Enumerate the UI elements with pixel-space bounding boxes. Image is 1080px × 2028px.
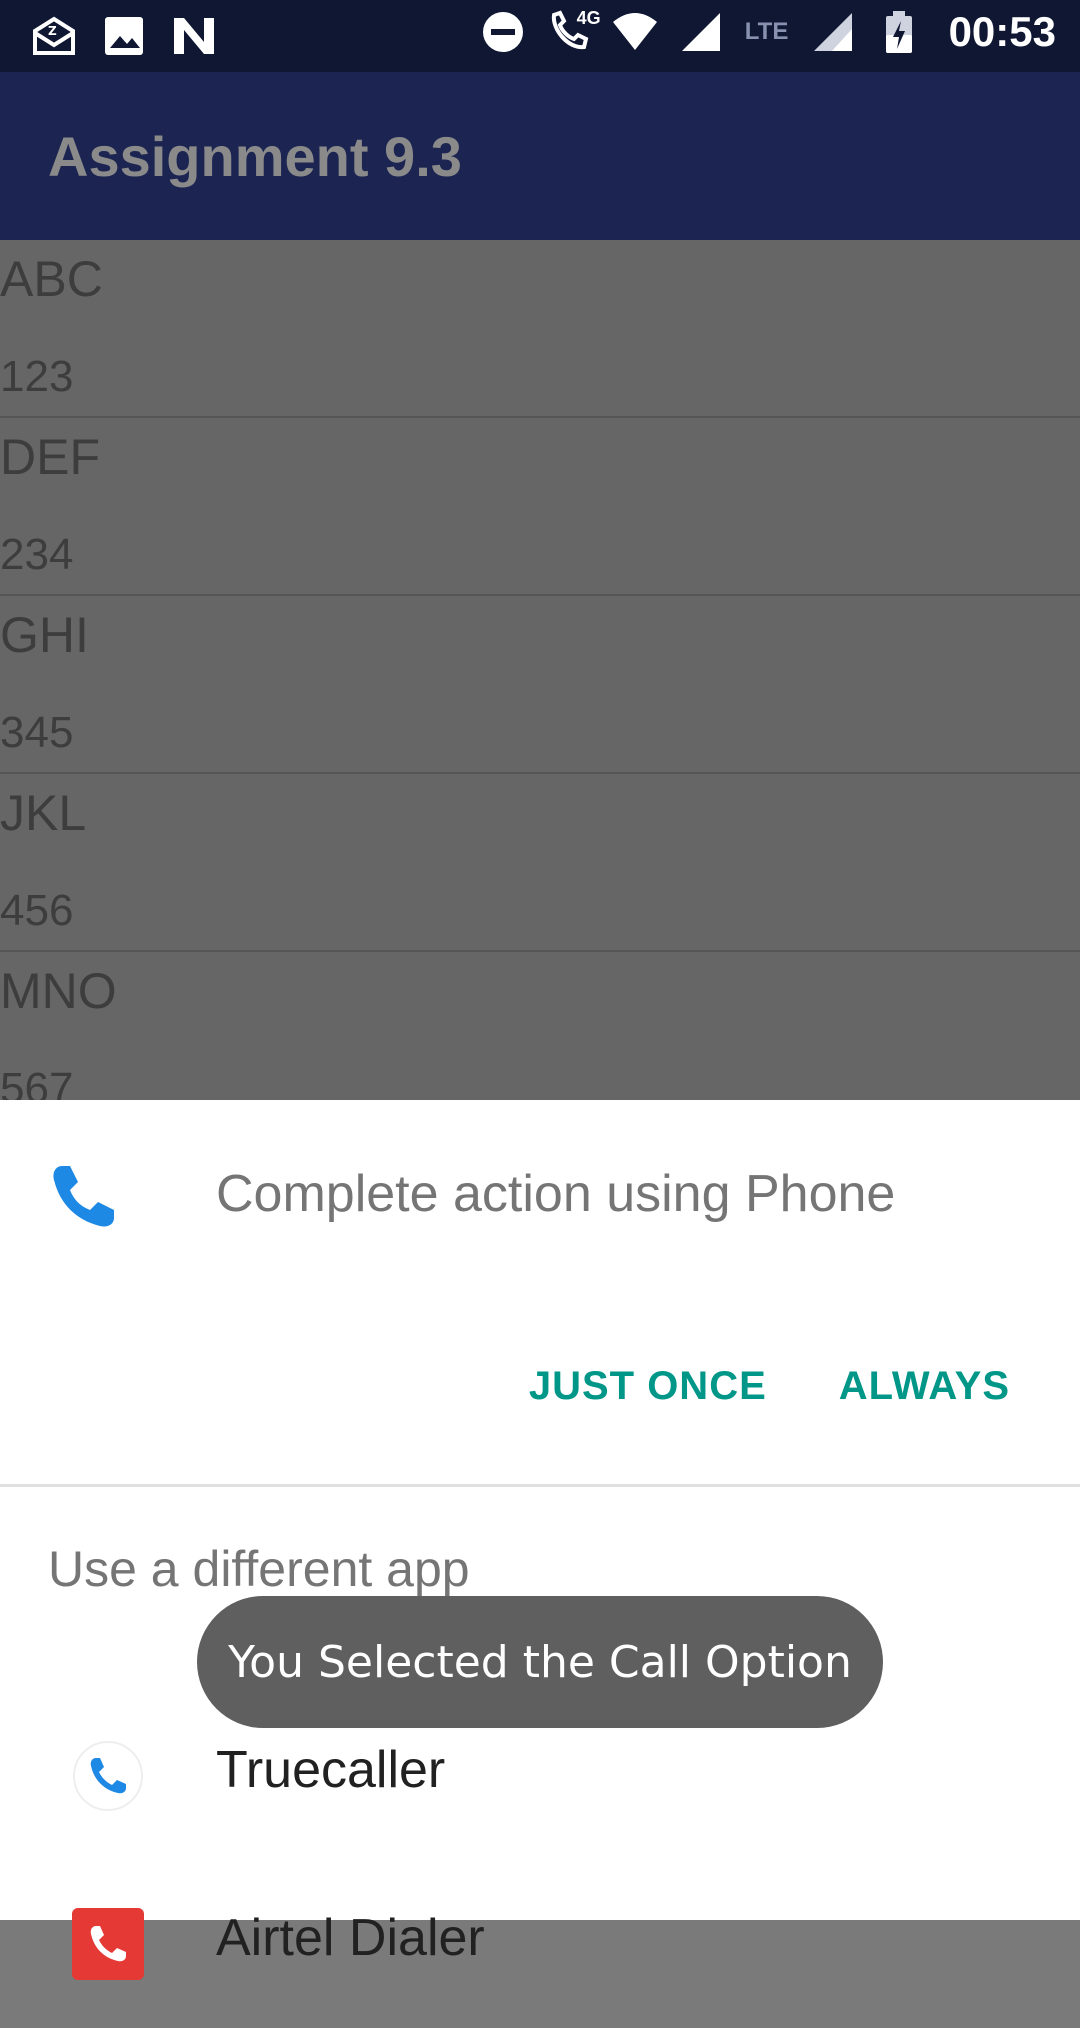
phone-icon [48,1160,120,1232]
wifi-icon [611,8,659,56]
chooser-actions: JUST ONCE ALWAYS [529,1364,1010,1409]
contact-number: 456 [0,886,74,935]
app-option-airtel-dialer[interactable]: Airtel Dialer [0,1868,1080,2028]
just-once-button[interactable]: JUST ONCE [529,1364,767,1409]
contact-number: 567 [0,1064,74,1100]
contact-name: ABC [0,251,103,307]
app-label: Airtel Dialer [216,1909,485,1967]
network-type-label: 4G [576,8,601,28]
chooser-title: Complete action using Phone [216,1165,896,1223]
list-item[interactable]: ABC 123 [0,240,1080,418]
signal-icon [809,8,857,56]
list-item[interactable]: MNO 567 [0,952,1080,1100]
list-item[interactable]: DEF 234 [0,418,1080,596]
contact-number: 123 [0,352,74,401]
list-item[interactable]: GHI 345 [0,596,1080,774]
app-chooser-sheet: Complete action using Phone JUST ONCE AL… [0,1100,1080,1980]
divider [0,1484,1080,1487]
truecaller-phone-icon [72,1740,144,1812]
status-bar-system: 4G LTE 00:53 [479,8,1056,56]
different-app-label: Use a different app [48,1541,470,1597]
clock: 00:53 [948,8,1056,55]
status-bar: Z 4G LTE 00:53 [0,0,1080,72]
chooser-header: Complete action using Phone [0,1100,1080,1340]
do-not-disturb-icon [479,8,527,56]
app-label: Truecaller [216,1741,446,1799]
contact-list: ABC 123 DEF 234 GHI 345 JKL 456 MNO 567 [0,240,1080,1100]
wifi-call-icon: 4G [545,8,601,56]
image-icon [100,12,148,60]
app-bar: Assignment 9.3 [0,72,1080,240]
mail-icon: Z [30,12,78,60]
battery-charging-icon [875,8,923,56]
contact-name: GHI [0,607,89,663]
contact-name: JKL [0,785,87,841]
contact-name: MNO [0,963,117,1019]
contact-number: 234 [0,530,74,579]
lte-label: LTE [744,18,789,45]
airtel-dialer-icon [72,1908,144,1980]
page-title: Assignment 9.3 [48,125,462,188]
list-item[interactable]: JKL 456 [0,774,1080,952]
contact-name: DEF [0,429,100,485]
lte-label-icon: LTE [743,8,791,56]
toast-message: You Selected the Call Option [228,1636,852,1688]
signal-icon [677,8,725,56]
contact-number: 345 [0,708,74,757]
always-button[interactable]: ALWAYS [839,1364,1010,1409]
status-bar-notifications: Z [30,12,218,60]
n-logo-icon [170,12,218,60]
toast: You Selected the Call Option [197,1596,883,1728]
svg-text:Z: Z [48,24,57,38]
